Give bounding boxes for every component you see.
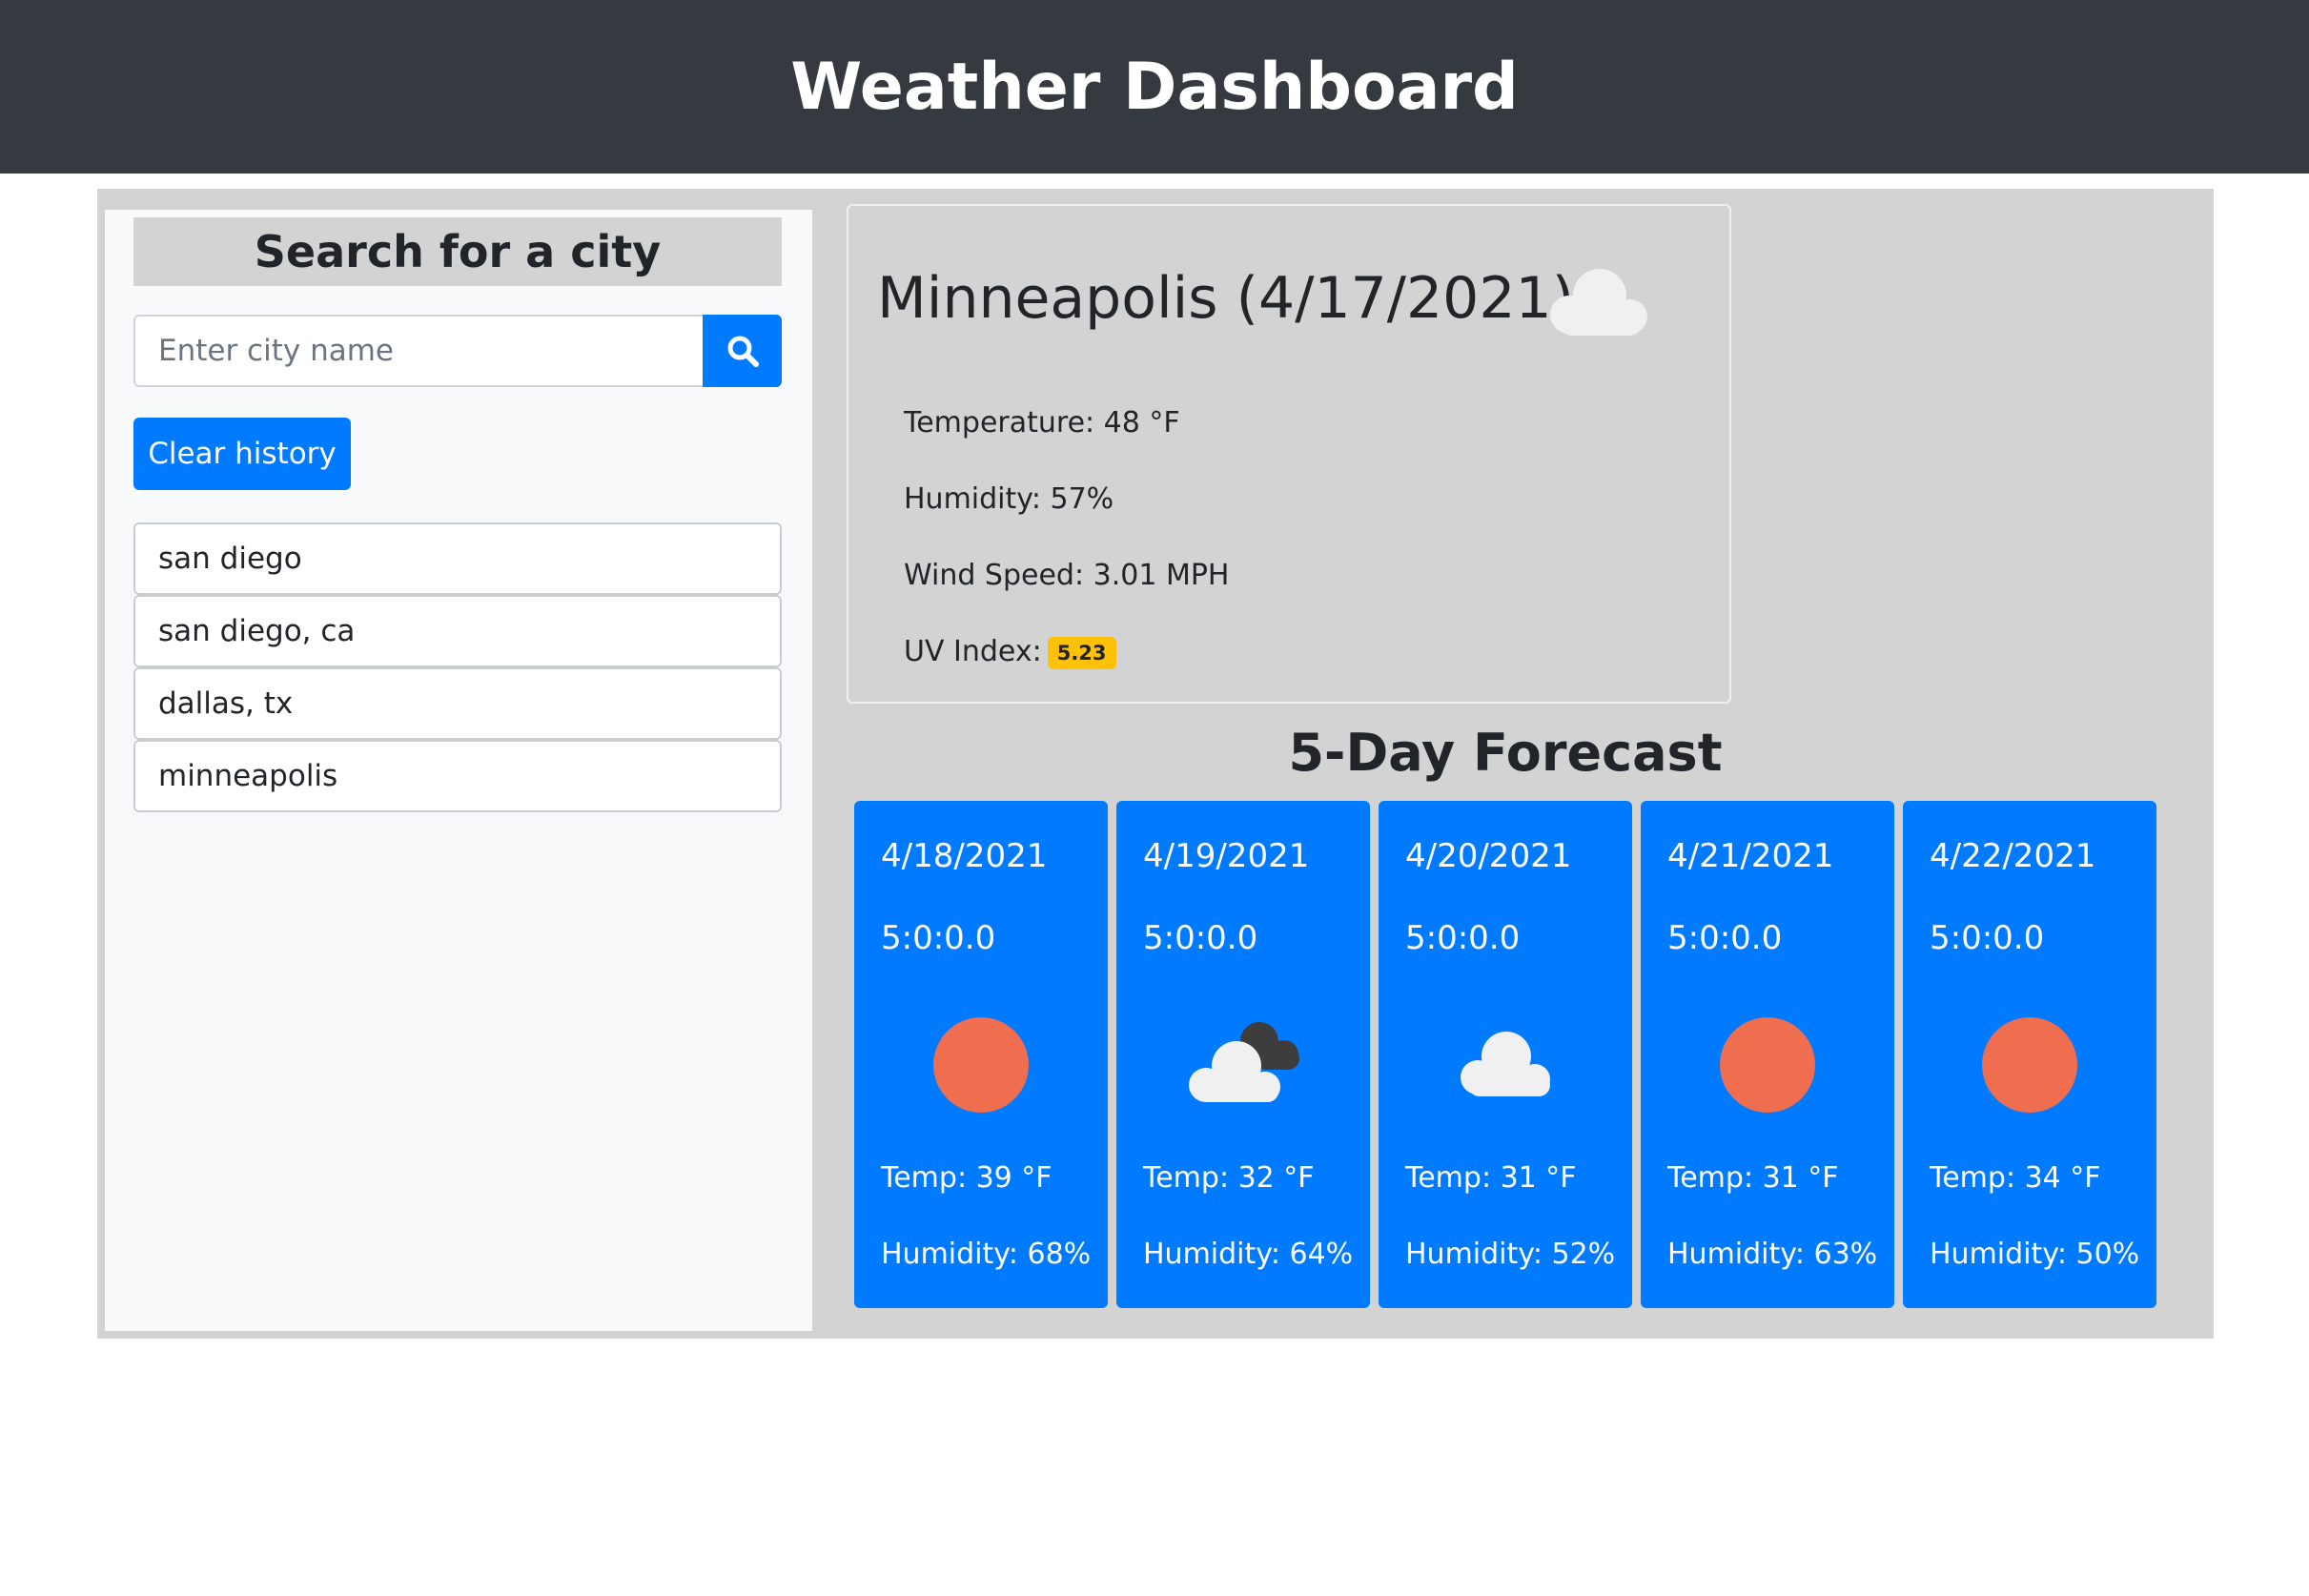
forecast-card: 4/19/2021 5:0:0.0 Temp: 32 °F Humidity: … [1116,801,1370,1308]
forecast-date: 4/22/2021 [1930,837,2096,875]
broken-clouds-icon [1189,1022,1299,1102]
history-item-san-diego-ca[interactable]: san diego, ca [133,595,782,667]
forecast-humidity: Humidity: 50% [1930,1238,2140,1271]
cloud-icon [1550,269,1647,336]
forecast-time: 5:0:0.0 [1667,919,1783,957]
search-button[interactable] [703,315,782,387]
page-title: Weather Dashboard [790,49,1519,125]
forecast-date: 4/20/2021 [1405,837,1572,875]
forecast-humidity: Humidity: 52% [1405,1238,1616,1271]
clear-history-button[interactable]: Clear history [133,418,351,490]
forecast-humidity: Humidity: 64% [1143,1238,1354,1271]
current-city-title: Minneapolis (4/17/2021) [877,265,1575,332]
history-item-minneapolis[interactable]: minneapolis [133,740,782,812]
sun-icon [1982,1017,2077,1113]
forecast-temp: Temp: 31 °F [1405,1161,1577,1195]
forecast-card: 4/18/2021 5:0:0.0 Temp: 39 °F Humidity: … [854,801,1108,1308]
search-group [133,315,782,387]
current-wind-speed: Wind Speed: 3.01 MPH [904,559,1230,592]
forecast-time: 5:0:0.0 [1143,919,1258,957]
forecast-date: 4/19/2021 [1143,837,1310,875]
sidebar: Search for a city Clear history san dieg… [105,210,812,1331]
uv-index-label: UV Index: [904,635,1042,668]
sun-icon [1720,1017,1815,1113]
forecast-date: 4/21/2021 [1667,837,1834,875]
forecast-card: 4/22/2021 5:0:0.0 Temp: 34 °F Humidity: … [1903,801,2156,1308]
forecast-temp: Temp: 32 °F [1143,1161,1315,1195]
forecast-card: 4/21/2021 5:0:0.0 Temp: 31 °F Humidity: … [1641,801,1894,1308]
forecast-row: 4/18/2021 5:0:0.0 Temp: 39 °F Humidity: … [854,801,2160,1308]
forecast-date: 4/18/2021 [881,837,1048,875]
forecast-temp: Temp: 31 °F [1667,1161,1839,1195]
forecast-time: 5:0:0.0 [1405,919,1521,957]
current-weather-card: Minneapolis (4/17/2021) Temperature: 48 … [847,204,1731,704]
forecast-humidity: Humidity: 68% [881,1238,1092,1271]
history-item-san-diego[interactable]: san diego [133,522,782,595]
forecast-card: 4/20/2021 5:0:0.0 Temp: 31 °F Humidity: … [1379,801,1632,1308]
current-uv-index: UV Index: 5.23 [904,635,1116,669]
forecast-time: 5:0:0.0 [881,919,996,957]
uv-index-badge: 5.23 [1047,636,1116,669]
forecast-time: 5:0:0.0 [1930,919,2045,957]
current-humidity: Humidity: 57% [904,482,1114,516]
navbar: Weather Dashboard [0,0,2309,174]
cloud-icon [1461,1032,1550,1096]
forecast-temp: Temp: 39 °F [881,1161,1052,1195]
sidebar-title: Search for a city [133,217,782,286]
forecast-temp: Temp: 34 °F [1930,1161,2101,1195]
forecast-humidity: Humidity: 63% [1667,1238,1878,1271]
sun-icon [933,1017,1029,1113]
current-temperature: Temperature: 48 °F [904,406,1180,440]
search-input[interactable] [133,315,703,387]
search-icon [727,336,759,367]
history-item-dallas-tx[interactable]: dallas, tx [133,667,782,740]
history-list: san diego san diego, ca dallas, tx minne… [133,522,782,812]
forecast-title: 5-Day Forecast [1288,723,1723,783]
main-container: Search for a city Clear history san dieg… [97,189,2214,1339]
